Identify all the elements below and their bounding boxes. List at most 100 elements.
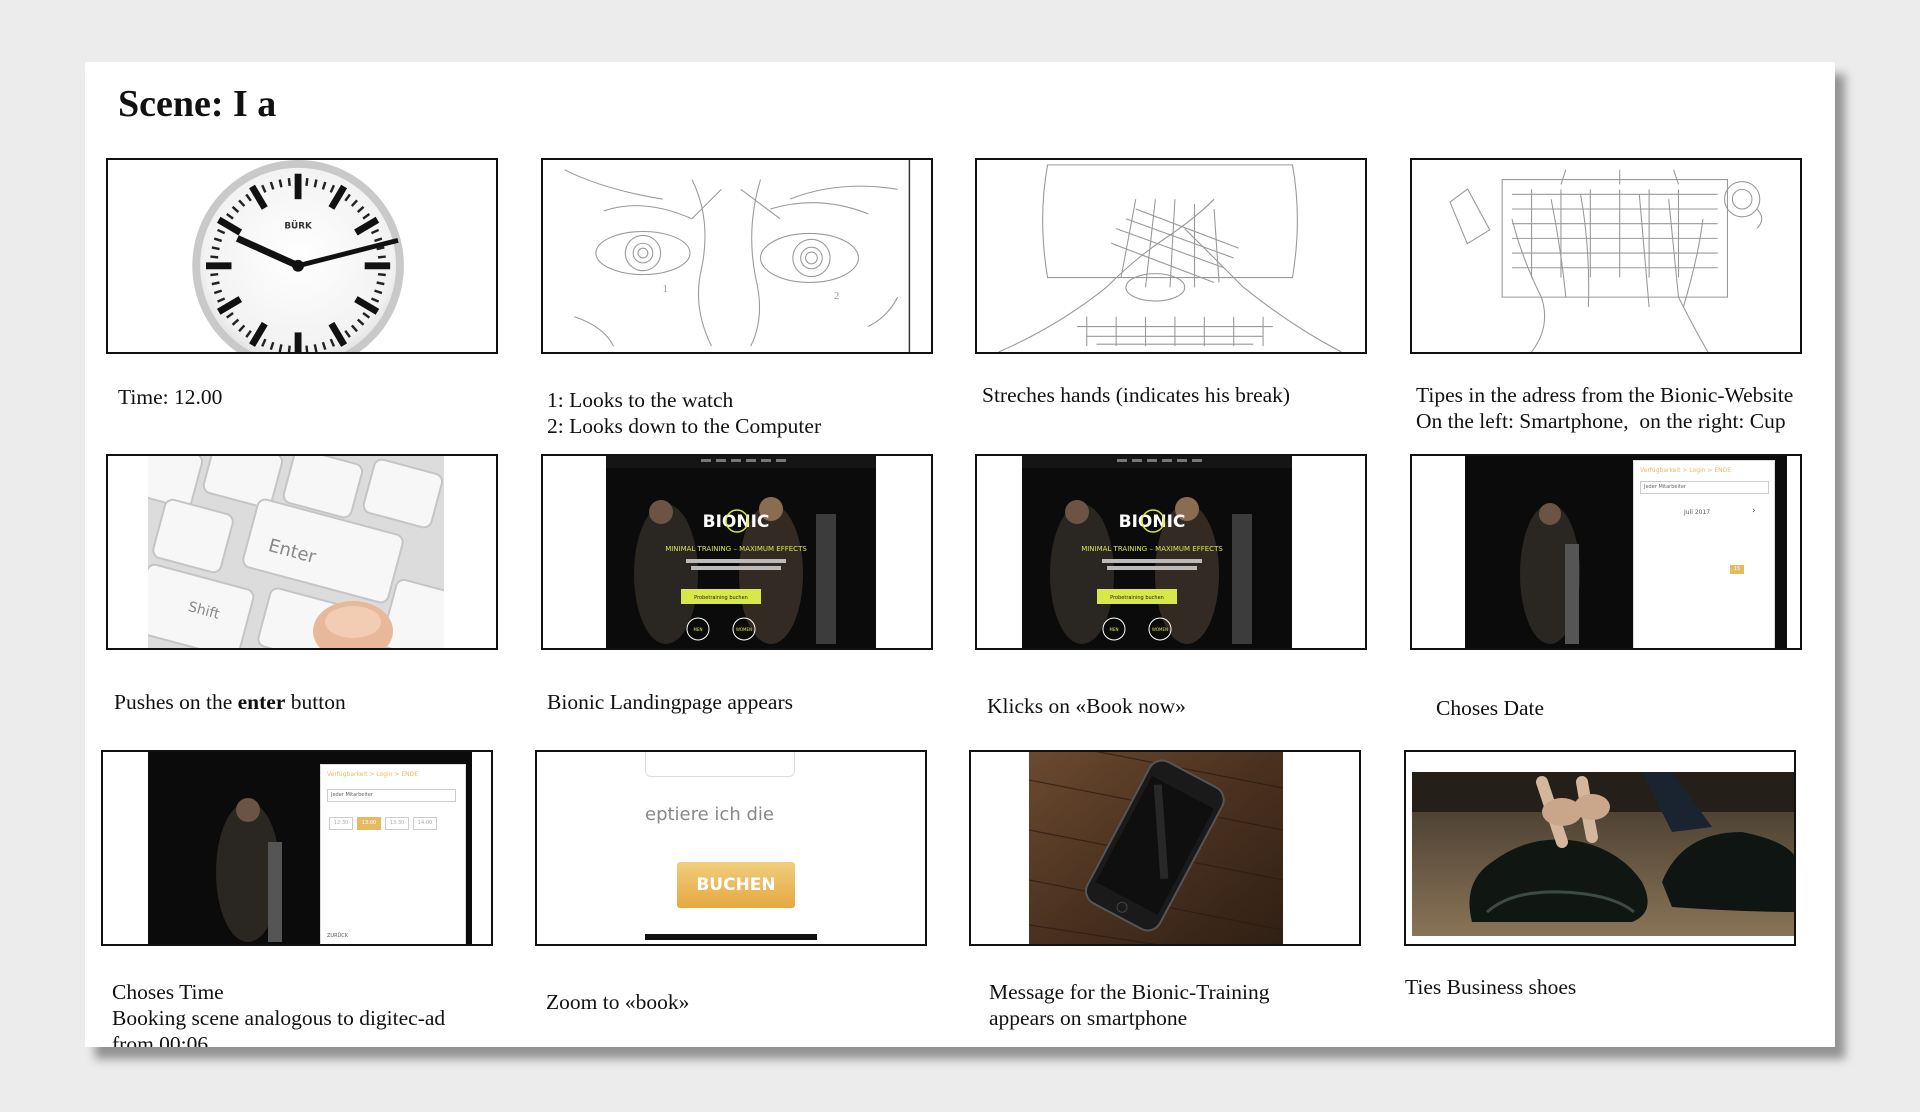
sketch-note-1: 1 bbox=[663, 283, 668, 295]
calendar-day[interactable] bbox=[1712, 579, 1726, 588]
panel-12-caption: Ties Business shoes bbox=[1405, 975, 1577, 999]
landing-headline-2: MINIMAL TRAINING – MAXIMUM EFFECTS bbox=[1081, 545, 1223, 553]
calendar-day[interactable] bbox=[1730, 551, 1744, 560]
calendar-day[interactable] bbox=[1694, 537, 1708, 546]
panel-5-caption-bold: enter bbox=[237, 690, 286, 714]
panel-11-caption-line-1: Message for the Bionic-Training bbox=[989, 980, 1270, 1004]
calendar-day[interactable] bbox=[1748, 537, 1762, 546]
calendar-day[interactable] bbox=[1676, 565, 1690, 574]
calendar-day[interactable] bbox=[1658, 607, 1672, 616]
time-widget: Verfügbarkeit > Login > ENDE Jeder Mitar… bbox=[320, 764, 466, 944]
panel-5-caption: Pushes on the enter button bbox=[114, 689, 346, 715]
time-slot[interactable]: 12:30 bbox=[329, 817, 353, 830]
scene-title: Scene: I a bbox=[118, 83, 277, 125]
time-screenshot: Verfügbarkeit > Login > ENDE Jeder Mitar… bbox=[148, 752, 472, 944]
calendar-day[interactable] bbox=[1658, 565, 1672, 574]
calendar-day[interactable] bbox=[1712, 565, 1726, 574]
date-screenshot: Verfügbarkeit > Login > ENDE Jeder Mitar… bbox=[1465, 456, 1787, 648]
calendar-day[interactable] bbox=[1730, 537, 1744, 546]
typing-sketch bbox=[1449, 169, 1763, 352]
calendar-day[interactable] bbox=[1676, 607, 1690, 616]
time-slot[interactable]: 13:30 bbox=[385, 817, 409, 830]
clock-brand: BÜRK bbox=[284, 221, 313, 232]
calendar-day[interactable] bbox=[1712, 607, 1726, 616]
calendar-day bbox=[1712, 523, 1726, 532]
landing-women: WOMEN bbox=[736, 627, 752, 632]
panel-3-caption: Streches hands (indicates his break) bbox=[982, 383, 1291, 407]
sketch-note-2: 2 bbox=[834, 290, 839, 302]
calendar-day[interactable] bbox=[1640, 607, 1654, 616]
calendar-day[interactable] bbox=[1694, 593, 1708, 602]
clock-image: BÜRK bbox=[192, 160, 404, 352]
landing-page-screenshot: BIONIC MINIMAL TRAINING – MAXIMUM EFFECT… bbox=[606, 456, 876, 648]
calendar-day[interactable] bbox=[1676, 579, 1690, 588]
panel-11-phone-frame bbox=[969, 750, 1361, 946]
calendar-day[interactable] bbox=[1640, 551, 1654, 560]
back-link[interactable]: ZURÜCK bbox=[327, 933, 348, 939]
calendar-day[interactable] bbox=[1676, 551, 1690, 560]
calendar-day[interactable] bbox=[1730, 593, 1744, 602]
calendar-day[interactable] bbox=[1640, 593, 1654, 602]
calendar-day[interactable] bbox=[1748, 593, 1762, 602]
calendar-widget: Verfügbarkeit > Login > ENDE Jeder Mitar… bbox=[1633, 460, 1775, 648]
calendar-day-selected[interactable]: 15 bbox=[1730, 565, 1744, 574]
calendar-day[interactable] bbox=[1712, 593, 1726, 602]
calendar-day[interactable] bbox=[1676, 593, 1690, 602]
calendar-day[interactable] bbox=[1730, 579, 1744, 588]
panel-2-caption-line-1: 1: Looks to the watch bbox=[547, 388, 734, 412]
calendar-day[interactable] bbox=[1694, 607, 1708, 616]
panel-4-typing-sketch-frame bbox=[1410, 158, 1802, 354]
panel-5-keyboard-frame: Enter Shift bbox=[106, 454, 498, 650]
calendar-day[interactable] bbox=[1712, 537, 1726, 546]
calendar-day[interactable] bbox=[1640, 565, 1654, 574]
underline-bar bbox=[645, 934, 817, 940]
buchen-button[interactable]: BUCHEN bbox=[677, 862, 795, 908]
calendar-day[interactable] bbox=[1658, 593, 1672, 602]
calendar-day[interactable] bbox=[1694, 565, 1708, 574]
landing-page-screenshot-2: BIONIC MINIMAL TRAINING – MAXIMUM EFFECT… bbox=[1022, 456, 1292, 648]
calendar-day[interactable] bbox=[1676, 537, 1690, 546]
panel-8-date-frame: Verfügbarkeit > Login > ENDE Jeder Mitar… bbox=[1410, 454, 1802, 650]
panel-1-clock-frame: BÜRK bbox=[106, 158, 498, 354]
employee-select[interactable]: Jeder Mitarbeiter bbox=[1640, 481, 1769, 494]
time-employee-select[interactable]: Jeder Mitarbeiter bbox=[327, 789, 456, 802]
calendar-day bbox=[1640, 523, 1654, 532]
panel-4-caption-line-2: On the left: Smartphone, on the right: C… bbox=[1416, 409, 1786, 433]
panel-6-caption: Bionic Landingpage appears bbox=[547, 690, 793, 714]
hands-sketch bbox=[998, 164, 1342, 352]
panel-2-eyes-sketch-frame: 1 2 bbox=[541, 158, 933, 354]
calendar-day[interactable] bbox=[1730, 607, 1744, 616]
panel-2-caption-line-2: 2: Looks down to the Computer bbox=[547, 414, 822, 438]
phone-photo bbox=[1029, 752, 1283, 944]
eyes-sketch: 1 2 bbox=[564, 160, 911, 352]
calendar-day[interactable] bbox=[1694, 579, 1708, 588]
calendar-day[interactable] bbox=[1640, 537, 1654, 546]
calendar-day[interactable] bbox=[1748, 565, 1762, 574]
panel-3-hands-sketch-frame bbox=[975, 158, 1367, 354]
landing-logo-2: BIONIC bbox=[1119, 512, 1186, 532]
calendar-day[interactable] bbox=[1694, 551, 1708, 560]
calendar-day bbox=[1676, 523, 1690, 532]
landing-women-2: WOMEN bbox=[1152, 627, 1168, 632]
calendar-day[interactable] bbox=[1658, 537, 1672, 546]
time-slot[interactable]: 14:00 bbox=[413, 817, 437, 830]
calendar-day bbox=[1658, 523, 1672, 532]
time-slot-selected[interactable]: 13:00 bbox=[357, 817, 381, 830]
next-month-icon[interactable]: › bbox=[1752, 506, 1756, 516]
calendar-day bbox=[1694, 523, 1708, 532]
calendar-day[interactable] bbox=[1658, 579, 1672, 588]
panel-9-caption-line-1: Choses Time bbox=[112, 980, 224, 1004]
calendar-day[interactable] bbox=[1640, 579, 1654, 588]
panel-7-caption: Klicks on «Book now» bbox=[987, 694, 1186, 718]
storyboard-sheet: Scene: I a BÜRK Time: 12.00 1 2 1: Looks… bbox=[85, 62, 1835, 1047]
panel-8-caption: Choses Date bbox=[1436, 696, 1545, 720]
shoes-photo bbox=[1412, 772, 1794, 936]
calendar-day[interactable] bbox=[1748, 607, 1762, 616]
calendar-day[interactable] bbox=[1748, 579, 1762, 588]
panel-5-caption-pre: Pushes on the bbox=[114, 690, 238, 714]
calendar-day[interactable] bbox=[1748, 551, 1762, 560]
calendar-day[interactable] bbox=[1658, 551, 1672, 560]
panel-12-shoes-frame bbox=[1404, 750, 1796, 946]
calendar-day[interactable] bbox=[1712, 551, 1726, 560]
panel-11-caption-line-2: appears on smartphone bbox=[989, 1006, 1188, 1030]
